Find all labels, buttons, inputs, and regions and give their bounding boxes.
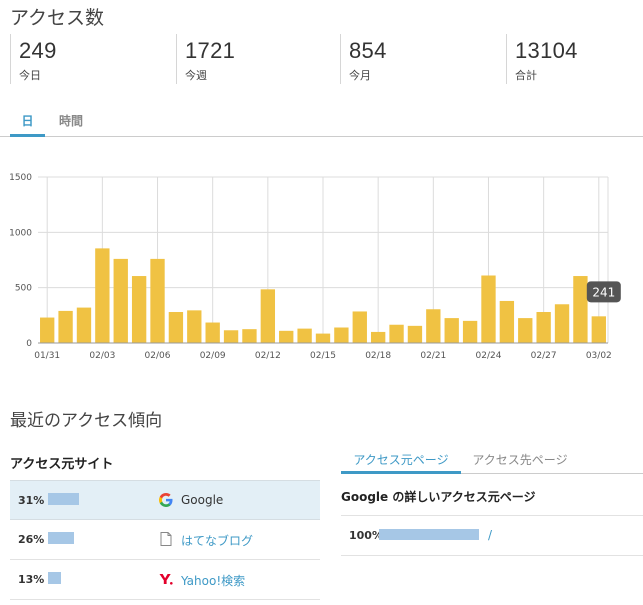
tab-hour[interactable]: 時間 bbox=[50, 110, 92, 137]
bar bbox=[444, 318, 459, 343]
source-percent: 13% bbox=[18, 573, 45, 586]
bar bbox=[58, 310, 73, 343]
stat-today: 249 今日 bbox=[10, 34, 176, 84]
page-title: アクセス数 bbox=[10, 7, 105, 29]
bar bbox=[462, 320, 478, 343]
source-percent: 31% bbox=[18, 494, 45, 507]
bar bbox=[315, 333, 331, 343]
bar bbox=[554, 304, 570, 343]
stat-value: 854 bbox=[349, 38, 387, 63]
y-tick-label: 1500 bbox=[9, 173, 32, 183]
detail-row[interactable]: 100% / bbox=[341, 516, 643, 556]
x-tick-label: 01/31 bbox=[34, 351, 60, 361]
x-tick-label: 02/18 bbox=[365, 351, 391, 361]
bar bbox=[150, 258, 165, 343]
x-tick-label: 02/09 bbox=[200, 351, 226, 361]
sources-heading: アクセス元サイト bbox=[10, 457, 114, 472]
tooltip-value: 241 bbox=[592, 285, 615, 299]
y-tick-label: 0 bbox=[26, 339, 32, 349]
x-tick-label: 03/02 bbox=[586, 351, 612, 361]
x-tick-label: 02/15 bbox=[310, 351, 336, 361]
stats-summary: 249 今日 1721 今週 854 今月 13104 合計 bbox=[0, 34, 643, 84]
x-tick-label: 02/12 bbox=[255, 351, 281, 361]
bar bbox=[407, 325, 423, 343]
stat-label: 合計 bbox=[515, 69, 537, 82]
bar bbox=[187, 310, 202, 343]
bar bbox=[223, 330, 239, 343]
bar bbox=[370, 331, 386, 343]
x-tick-label: 02/03 bbox=[89, 351, 115, 361]
source-row-hatena[interactable]: 26% はてなブログ bbox=[10, 520, 320, 560]
stat-value: 1721 bbox=[185, 38, 236, 63]
y-tick-label: 500 bbox=[15, 284, 32, 294]
google-icon bbox=[159, 493, 173, 507]
bar bbox=[518, 318, 533, 343]
stat-total: 13104 合計 bbox=[506, 34, 643, 84]
x-tick-label: 02/24 bbox=[476, 351, 502, 361]
bar bbox=[113, 258, 128, 343]
stat-value: 249 bbox=[19, 38, 57, 63]
stat-label: 今日 bbox=[19, 69, 41, 82]
bar bbox=[76, 307, 92, 343]
stat-label: 今月 bbox=[349, 69, 371, 82]
source-share-bar bbox=[48, 493, 79, 505]
bar bbox=[352, 311, 367, 343]
bar bbox=[591, 316, 606, 343]
bar bbox=[260, 289, 276, 343]
tab-referrer-pages[interactable]: アクセス元ページ bbox=[341, 446, 461, 474]
bar bbox=[389, 324, 404, 343]
page-tabs: アクセス元ページ アクセス先ページ bbox=[341, 446, 643, 474]
bar bbox=[499, 300, 515, 343]
yahoo-icon bbox=[159, 574, 173, 585]
source-row-yahoo[interactable]: 13% Yahoo!検索 bbox=[10, 560, 320, 600]
detail-percent: 100% bbox=[349, 529, 383, 542]
stat-week: 1721 今週 bbox=[176, 34, 340, 84]
bar bbox=[536, 312, 551, 343]
bar bbox=[279, 330, 294, 343]
source-site-link[interactable]: はてなブログ bbox=[181, 532, 253, 549]
source-share-bar bbox=[48, 572, 61, 584]
bar bbox=[297, 328, 312, 343]
sources-table: 31% Google 26% はてなブログ 13% Yahoo!検索 bbox=[10, 480, 320, 600]
trend-title: 最近のアクセス傾向 bbox=[10, 411, 163, 431]
bar bbox=[426, 309, 441, 343]
source-row-google[interactable]: 31% Google bbox=[10, 480, 320, 520]
stat-month: 854 今月 bbox=[340, 34, 506, 84]
source-percent: 26% bbox=[18, 533, 45, 546]
page-icon bbox=[160, 532, 172, 546]
access-bar-chart: 0 500 1000 1500 01/31 02/03 02/06 02/09 02/12 02/… bbox=[9, 173, 621, 361]
bar bbox=[334, 327, 349, 343]
detail-page-link[interactable]: / bbox=[488, 528, 492, 542]
x-tick-label: 02/27 bbox=[531, 351, 557, 361]
bar bbox=[242, 329, 257, 343]
bar bbox=[40, 317, 55, 343]
source-share-bar bbox=[48, 532, 74, 544]
source-site-link[interactable]: Yahoo!検索 bbox=[181, 572, 245, 589]
detail-share-bar bbox=[379, 529, 479, 540]
source-site-name: Google bbox=[181, 493, 224, 507]
bar bbox=[95, 248, 110, 343]
x-tick-label: 02/06 bbox=[145, 351, 171, 361]
tab-day[interactable]: 日 bbox=[10, 110, 45, 137]
bar bbox=[131, 276, 147, 343]
period-tabs: 日 時間 bbox=[0, 110, 643, 137]
y-tick-label: 1000 bbox=[9, 228, 32, 238]
stat-value: 13104 bbox=[515, 38, 578, 63]
detail-heading: Google の詳しいアクセス元ページ bbox=[341, 490, 536, 504]
bar bbox=[573, 276, 588, 343]
bar bbox=[205, 322, 220, 343]
stat-label: 今週 bbox=[185, 69, 207, 82]
bar bbox=[481, 275, 496, 343]
bar bbox=[168, 312, 184, 343]
tab-landing-pages[interactable]: アクセス先ページ bbox=[465, 446, 575, 474]
detail-table: 100% / bbox=[341, 515, 643, 556]
x-tick-label: 02/21 bbox=[420, 351, 446, 361]
